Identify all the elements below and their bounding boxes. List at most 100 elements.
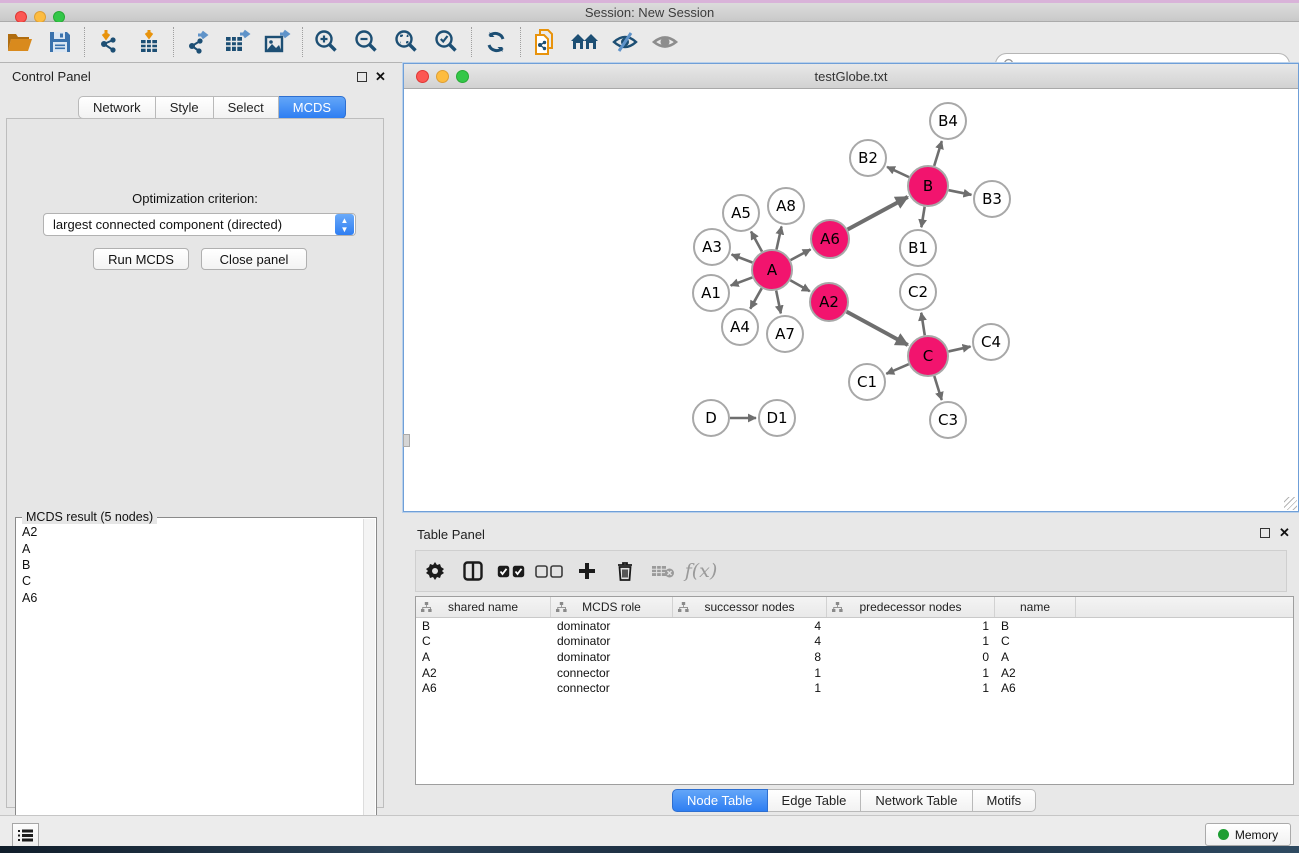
delete-column-trash-icon[interactable] [606, 554, 644, 588]
float-table-panel-icon[interactable] [1260, 527, 1270, 541]
column-layout-icon[interactable] [454, 554, 492, 588]
window-titlebar[interactable]: Session: New Session [0, 3, 1299, 22]
cell-successor-nodes[interactable]: 1 [673, 666, 827, 680]
cell-MCDS-role[interactable]: dominator [551, 619, 673, 633]
node-B1[interactable]: B1 [900, 230, 936, 266]
cell-predecessor-nodes[interactable]: 1 [827, 666, 995, 680]
cell-shared-name[interactable]: A2 [416, 666, 551, 680]
cell-name[interactable]: A6 [995, 681, 1076, 695]
edge-A-A1[interactable] [731, 277, 753, 285]
window-resize-grip[interactable] [1284, 497, 1297, 510]
hide-selected-eye-icon[interactable] [605, 25, 645, 59]
table-row[interactable]: Bdominator41B [416, 618, 1293, 634]
cell-shared-name[interactable]: C [416, 634, 551, 648]
edge-C-C3[interactable] [934, 376, 941, 400]
column-header-shared-name[interactable]: shared name [416, 597, 551, 617]
column-header-predecessor-nodes[interactable]: predecessor nodes [827, 597, 995, 617]
deselect-all-checkboxes-icon[interactable] [530, 554, 568, 588]
tab-select[interactable]: Select [214, 96, 279, 119]
network-minimize-button[interactable] [436, 70, 449, 83]
cell-shared-name[interactable]: A6 [416, 681, 551, 695]
export-table-icon[interactable] [218, 25, 258, 59]
node-A2[interactable]: A2 [810, 283, 848, 321]
edge-A-A7[interactable] [776, 291, 781, 314]
tab-mcds[interactable]: MCDS [279, 96, 346, 119]
cell-name[interactable]: A2 [995, 666, 1076, 680]
edge-B-B1[interactable] [921, 207, 924, 228]
export-network-icon[interactable] [178, 25, 218, 59]
edge-A-A5[interactable] [751, 231, 762, 251]
edge-B-B3[interactable] [949, 190, 972, 195]
panel-list-button[interactable] [12, 823, 39, 847]
cell-predecessor-nodes[interactable]: 1 [827, 634, 995, 648]
cell-predecessor-nodes[interactable]: 0 [827, 650, 995, 664]
close-table-panel-icon[interactable]: ✕ [1279, 525, 1290, 541]
add-column-icon[interactable] [568, 554, 606, 588]
zoom-in-icon[interactable] [307, 25, 347, 59]
node-A5[interactable]: A5 [723, 195, 759, 231]
node-B4[interactable]: B4 [930, 103, 966, 139]
node-A6[interactable]: A6 [811, 220, 849, 258]
node-C[interactable]: C [908, 336, 948, 376]
node-A7[interactable]: A7 [767, 316, 803, 352]
import-table-icon[interactable] [129, 25, 169, 59]
network-close-button[interactable] [416, 70, 429, 83]
network-view-window[interactable]: testGlobe.txt B4B2BB3A5A8A6A3B1AC2A1A2A4… [403, 63, 1299, 512]
node-D[interactable]: D [693, 400, 729, 436]
node-A3[interactable]: A3 [694, 229, 730, 265]
network-from-selection-icon[interactable] [525, 25, 565, 59]
cell-MCDS-role[interactable]: connector [551, 666, 673, 680]
select-all-checkboxes-icon[interactable] [492, 554, 530, 588]
cell-successor-nodes[interactable]: 4 [673, 619, 827, 633]
network-graph[interactable]: B4B2BB3A5A8A6A3B1AC2A1A2A4A7C4CC1C3DD1 [404, 89, 1298, 511]
run-mcds-button[interactable]: Run MCDS [93, 248, 189, 270]
node-A[interactable]: A [752, 250, 792, 290]
tab-network-table[interactable]: Network Table [861, 789, 972, 812]
node-B2[interactable]: B2 [850, 140, 886, 176]
float-panel-icon[interactable] [357, 71, 367, 85]
node-C4[interactable]: C4 [973, 324, 1009, 360]
cell-MCDS-role[interactable]: dominator [551, 634, 673, 648]
home-first-neighbors-icon[interactable] [565, 25, 605, 59]
node-A8[interactable]: A8 [768, 188, 804, 224]
table-row[interactable]: A6connector11A6 [416, 680, 1293, 696]
save-session-icon[interactable] [40, 25, 80, 59]
edge-B-B2[interactable] [887, 167, 909, 177]
network-canvas[interactable]: B4B2BB3A5A8A6A3B1AC2A1A2A4A7C4CC1C3DD1 [404, 89, 1298, 511]
cell-MCDS-role[interactable]: dominator [551, 650, 673, 664]
cell-name[interactable]: C [995, 634, 1076, 648]
tab-network[interactable]: Network [78, 96, 156, 119]
zoom-out-icon[interactable] [347, 25, 387, 59]
node-C1[interactable]: C1 [849, 364, 885, 400]
tab-motifs[interactable]: Motifs [973, 789, 1037, 812]
cell-predecessor-nodes[interactable]: 1 [827, 681, 995, 695]
cell-shared-name[interactable]: A [416, 650, 551, 664]
table-row[interactable]: A2connector11A2 [416, 665, 1293, 681]
import-network-icon[interactable] [89, 25, 129, 59]
show-all-eye-icon[interactable] [645, 25, 685, 59]
cell-name[interactable]: A [995, 650, 1076, 664]
column-header-MCDS-role[interactable]: MCDS role [551, 597, 673, 617]
table-row[interactable]: Cdominator41C [416, 634, 1293, 650]
tab-node-table[interactable]: Node Table [672, 789, 768, 812]
edge-A-A2[interactable] [790, 280, 810, 291]
column-header-successor-nodes[interactable]: successor nodes [673, 597, 827, 617]
result-item[interactable]: B [18, 557, 362, 573]
cell-shared-name[interactable]: B [416, 619, 551, 633]
memory-button[interactable]: Memory [1205, 823, 1291, 846]
edge-A6-B[interactable] [848, 197, 908, 230]
result-item[interactable]: A6 [18, 590, 362, 606]
cell-successor-nodes[interactable]: 8 [673, 650, 827, 664]
optimization-criterion-select[interactable]: largest connected component (directed) ▲… [43, 213, 356, 236]
edge-A-A4[interactable] [750, 288, 761, 308]
export-image-icon[interactable] [258, 25, 298, 59]
edge-C-C4[interactable] [948, 347, 970, 352]
cell-MCDS-role[interactable]: connector [551, 681, 673, 695]
network-window-titlebar[interactable]: testGlobe.txt [404, 64, 1298, 89]
edge-C-C2[interactable] [921, 313, 925, 336]
panel-splitter-handle[interactable] [403, 434, 410, 447]
table-row[interactable]: Adominator80A [416, 649, 1293, 665]
cell-name[interactable]: B [995, 619, 1076, 633]
edge-A-A6[interactable] [791, 249, 811, 260]
close-panel-button[interactable]: Close panel [201, 248, 307, 270]
